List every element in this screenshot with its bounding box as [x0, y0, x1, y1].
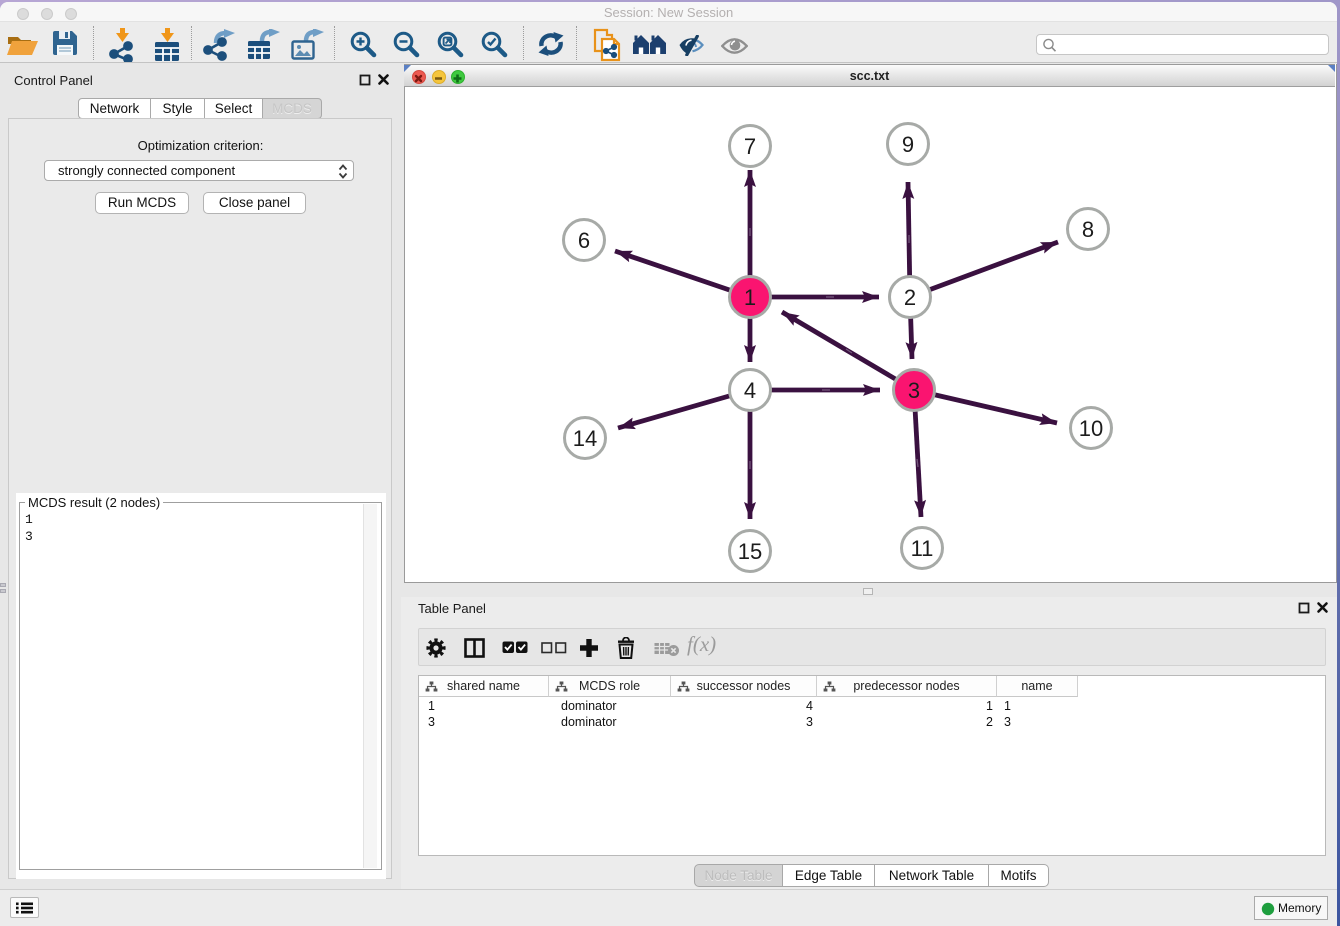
svg-text:6: 6	[578, 228, 590, 253]
svg-text:8: 8	[1082, 217, 1094, 242]
svg-text:1: 1	[744, 285, 756, 310]
svg-text:9: 9	[902, 132, 914, 157]
svg-text:10: 10	[1079, 416, 1103, 441]
svg-text:15: 15	[738, 539, 762, 564]
svg-text:2: 2	[904, 285, 916, 310]
svg-text:3: 3	[908, 378, 920, 403]
svg-text:14: 14	[573, 426, 597, 451]
svg-text:4: 4	[744, 378, 756, 403]
svg-text:11: 11	[911, 536, 934, 561]
svg-text:7: 7	[744, 134, 756, 159]
